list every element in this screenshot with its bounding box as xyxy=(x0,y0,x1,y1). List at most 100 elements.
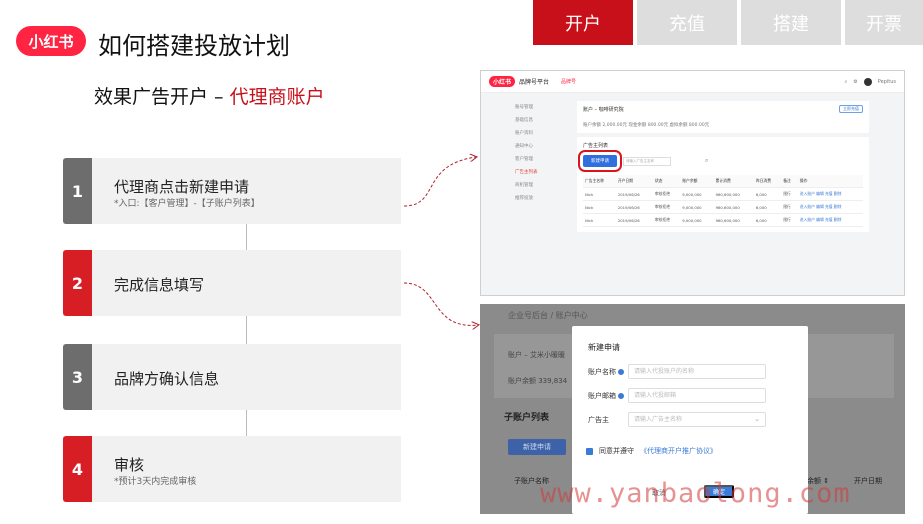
recharge-button[interactable]: 立即充值 xyxy=(839,105,863,113)
column-header: 累计消费 xyxy=(713,175,754,188)
chevron-down-icon: ⌄ xyxy=(754,415,760,423)
step-number: 1 xyxy=(63,158,92,224)
step-number: 2 xyxy=(63,250,92,316)
row-actions[interactable]: 进入账户 编辑 充值 删除 xyxy=(797,213,863,227)
table-cell: 6,000 xyxy=(753,200,782,214)
table-row: Nick 2019/06/26 审核拒绝 9,000,000 960,600,000 6,… xyxy=(583,213,863,227)
info-icon[interactable] xyxy=(618,393,624,399)
table-cell: Nick xyxy=(583,187,616,201)
sidebar-item[interactable]: 账号管理 xyxy=(511,101,555,114)
row-actions[interactable]: 进入账户 编辑 充值 删除 xyxy=(797,187,863,201)
field-label-advertiser: 广告主 xyxy=(588,416,609,424)
table-cell: 9,000,000 xyxy=(680,200,714,214)
table-cell: Nick xyxy=(583,213,616,227)
sidebar-item[interactable]: 账户资料 xyxy=(511,127,555,140)
shot1-logo: 小红书 xyxy=(489,76,516,87)
subtitle-accent: 代理商账户 xyxy=(229,86,325,108)
sidebar-item[interactable]: 客户管理 xyxy=(511,153,555,166)
shot1-topbar: 小红书 品牌号平台 品牌号 ⌕ ⚙ Pepitus xyxy=(481,71,904,93)
page-title: 如何搭建投放计划 xyxy=(98,32,290,60)
table-cell: 审核拒绝 xyxy=(652,187,681,201)
column-header: 账户余额 xyxy=(680,175,714,188)
arrow-step2-to-shot2 xyxy=(403,282,478,325)
table-cell: 960,600,000 xyxy=(713,200,754,214)
column-header: 开户日期 xyxy=(615,175,653,188)
table-cell: 2019/06/26 xyxy=(615,187,653,201)
sidebar-item[interactable]: 基础信息 xyxy=(511,114,555,127)
shot1-user-area: ⌕ ⚙ Pepitus xyxy=(844,77,896,86)
tab-invoice[interactable]: 开票 xyxy=(845,0,923,45)
shot1-nav-item[interactable]: 品牌号 xyxy=(561,78,576,85)
account-title: 账户 – 咖啡研究院 xyxy=(583,107,624,113)
agreement-row: 同意并遵守 《代理商开户推广协议》 xyxy=(586,446,717,456)
account-email-input[interactable]: 请输入代投邮箱 xyxy=(628,388,766,403)
account-name-input[interactable]: 请输入代投账户的名称 xyxy=(628,364,766,379)
sidebar-item-advertiser-list[interactable]: 广告主列表 xyxy=(511,166,555,179)
bg-breadcrumb: 企业号后台 / 账户中心 xyxy=(508,311,588,320)
step-note: *预计3天内完成审核 xyxy=(114,477,197,487)
new-application-button[interactable]: 新建申请 xyxy=(578,150,622,172)
list-title: 广告主列表 xyxy=(583,143,609,149)
shot1-main: 账户 – 咖啡研究院 账户余额 2,000.00元 现金余额 800.00元 虚… xyxy=(577,101,869,236)
search-icon[interactable]: ⌕ xyxy=(705,157,708,165)
table-cell: 960,600,000 xyxy=(713,213,754,227)
column-header: 备注 xyxy=(781,175,798,188)
field-label-account-email: 账户邮箱 xyxy=(588,391,624,401)
step-number: 4 xyxy=(63,436,92,502)
column-header: 广告主名称 xyxy=(583,175,616,188)
bg-account-name: 账户 – 艾米小暖暖 xyxy=(508,351,565,359)
bg-list-title: 子账户列表 xyxy=(504,413,550,423)
info-icon[interactable] xyxy=(618,369,624,375)
bg-balance: 账户余额 339,834 xyxy=(508,377,568,385)
table-cell: 6,000 xyxy=(753,187,782,201)
bg-column-header: 子账户名称 xyxy=(514,477,549,485)
advertiser-list-card: 广告主列表 新建申请 请输入广告主名称 ⌕ 广告主名称 开户日期 状态 账户余额 累计消… xyxy=(577,137,869,232)
table-cell: 6,000 xyxy=(753,213,782,227)
table-cell: 限行 xyxy=(781,213,798,227)
top-tabs: 开户 充值 搭建 开票 xyxy=(529,0,923,45)
agreement-checkbox[interactable] xyxy=(586,447,593,455)
agreement-link[interactable]: 《代理商开户推广协议》 xyxy=(640,446,717,456)
column-header: 操作 xyxy=(797,175,863,188)
new-application-modal: 新建申请 账户名称 请输入代投账户的名称 账户邮箱 请输入代投邮箱 广告主 请输… xyxy=(572,326,808,514)
table-cell: 2019/06/26 xyxy=(615,213,653,227)
step-title: 完成信息填写 xyxy=(114,276,205,294)
step-1: 1 代理商点击新建申请 *入口:【客户管理】-【子账户列表】 xyxy=(63,158,401,224)
tab-recharge[interactable]: 充值 xyxy=(637,0,737,45)
tab-open-account[interactable]: 开户 xyxy=(533,0,633,45)
sidebar-item[interactable]: 商机管理 xyxy=(511,179,555,192)
table-cell: 限行 xyxy=(781,200,798,214)
shot1-sidebar: 账号管理 基础信息 账户资料 通知中心 客户管理 广告主列表 商机管理 推荐投放 xyxy=(511,101,555,295)
sidebar-item[interactable]: 通知中心 xyxy=(511,140,555,153)
advertiser-select-placeholder: 请输入广告主名称 xyxy=(634,416,683,423)
arrow-step1-to-shot1 xyxy=(403,157,476,207)
advertiser-table: 广告主名称 开户日期 状态 账户余额 累计消费 昨日消费 备注 操作 Nick 2019/06/… xyxy=(583,175,863,227)
table-cell: 960,600,000 xyxy=(713,187,754,201)
shot1-body: 账号管理 基础信息 账户资料 通知中心 客户管理 广告主列表 商机管理 推荐投放… xyxy=(481,93,904,295)
list-toolbar: 新建申请 请输入广告主名称 ⌕ xyxy=(578,150,863,172)
table-cell: 9,000,000 xyxy=(680,187,714,201)
search-icon[interactable]: ⌕ xyxy=(844,79,847,85)
step-connector xyxy=(246,316,247,344)
column-header: 状态 xyxy=(652,175,681,188)
table-cell: Nick xyxy=(583,200,616,214)
user-name: Pepitus xyxy=(877,78,896,85)
search-input[interactable]: 请输入广告主名称 xyxy=(623,156,671,166)
step-connector xyxy=(246,410,247,436)
section-subtitle: 效果广告开户 – 代理商账户 xyxy=(94,82,325,109)
row-actions[interactable]: 进入账户 编辑 充值 删除 xyxy=(797,200,863,214)
sidebar-item[interactable]: 推荐投放 xyxy=(511,192,555,205)
screenshot-new-application-dialog: 企业号后台 / 账户中心 账户 – 艾米小暖暖 账户余额 339,834 子账户… xyxy=(480,304,905,514)
tab-build[interactable]: 搭建 xyxy=(741,0,841,45)
step-number: 3 xyxy=(63,344,92,410)
bg-column-header: 开户日期 xyxy=(854,477,882,485)
step-2: 2 完成信息填写 xyxy=(63,250,401,316)
table-cell: 2019/06/26 xyxy=(615,200,653,214)
account-summary-card: 账户 – 咖啡研究院 账户余额 2,000.00元 现金余额 800.00元 虚… xyxy=(577,101,869,133)
avatar[interactable] xyxy=(863,77,872,86)
confirm-button[interactable]: 确定 xyxy=(704,485,734,498)
account-balances: 账户余额 2,000.00元 现金余额 800.00元 虚拟余额 800.00元 xyxy=(583,123,710,128)
settings-icon[interactable]: ⚙ xyxy=(853,79,857,85)
cancel-button[interactable]: 取消 xyxy=(652,488,666,498)
advertiser-select[interactable]: 请输入广告主名称 ⌄ xyxy=(628,412,766,427)
